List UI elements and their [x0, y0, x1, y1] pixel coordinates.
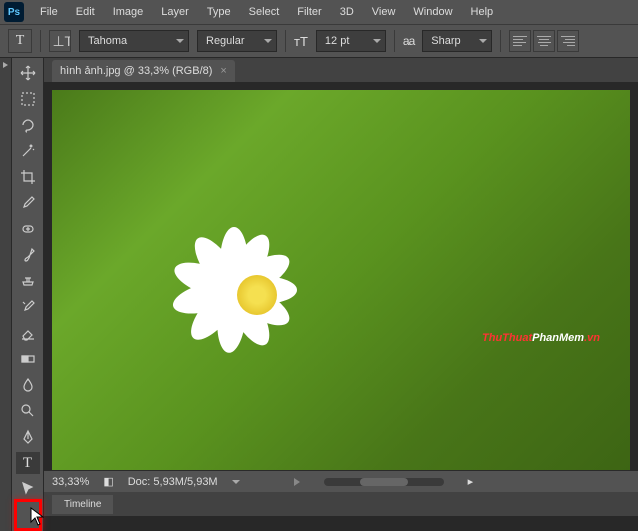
antialias-value: Sharp [431, 35, 460, 47]
divider [40, 30, 41, 52]
chevron-down-icon [264, 39, 272, 43]
preview-icon[interactable]: ◧ [103, 475, 113, 488]
font-size-icon: тT [294, 34, 308, 49]
canvas-image-content [152, 180, 372, 400]
menu-view[interactable]: View [364, 2, 404, 22]
text-orientation-toggle[interactable]: ⊥T [49, 30, 71, 52]
status-bar: 33,33% ◧ Doc: 5,93M/5,93M ▸ [44, 470, 638, 492]
history-brush-tool[interactable] [16, 296, 40, 318]
menu-3d[interactable]: 3D [332, 2, 362, 22]
text-orientation-icon: ⊥T [50, 31, 70, 51]
close-icon[interactable]: × [220, 65, 226, 77]
scrollbar-thumb[interactable] [360, 478, 408, 486]
type-tool-icon: T [23, 455, 32, 472]
menu-layer[interactable]: Layer [153, 2, 197, 22]
toolbar-expand-rail[interactable] [0, 58, 12, 531]
watermark-text: ThuThuatPhanMem.vn [482, 320, 600, 348]
menu-bar: Ps File Edit Image Layer Type Select Fil… [0, 0, 638, 24]
blur-tool[interactable] [16, 374, 40, 396]
scroll-right-icon[interactable]: ▸ [468, 475, 474, 488]
divider [500, 30, 501, 52]
options-bar: T ⊥T Tahoma Regular тT 12 pt aa Sharp [0, 24, 638, 58]
crop-tool[interactable] [16, 166, 40, 188]
menu-select[interactable]: Select [241, 2, 288, 22]
canvas-area: hình ảnh.jpg @ 33,3% (RGB/8) × ThuThua [44, 58, 638, 531]
divider [285, 30, 286, 52]
font-size-dropdown[interactable]: 12 pt [316, 30, 386, 52]
menu-file[interactable]: File [32, 2, 66, 22]
doc-info: Doc: 5,93M/5,93M [128, 476, 218, 488]
path-selection-tool[interactable] [16, 478, 40, 500]
tutorial-highlight [14, 499, 42, 531]
svg-text:⊥T: ⊥T [53, 34, 71, 49]
horizontal-scrollbar[interactable] [324, 478, 444, 486]
pen-tool[interactable] [16, 426, 40, 448]
clone-stamp-tool[interactable] [16, 270, 40, 292]
menu-help[interactable]: Help [463, 2, 502, 22]
move-tool[interactable] [16, 62, 40, 84]
canvas[interactable]: ThuThuatPhanMem.vn [52, 90, 630, 470]
antialias-icon: aa [403, 34, 414, 48]
chevron-down-icon [176, 39, 184, 43]
menu-filter[interactable]: Filter [289, 2, 329, 22]
tools-panel: T [12, 58, 44, 531]
gradient-tool[interactable] [16, 348, 40, 370]
type-tool[interactable]: T [16, 452, 40, 474]
lasso-tool[interactable] [16, 114, 40, 136]
menu-edit[interactable]: Edit [68, 2, 103, 22]
menu-type[interactable]: Type [199, 2, 239, 22]
eyedropper-tool[interactable] [16, 192, 40, 214]
zoom-level[interactable]: 33,33% [52, 476, 89, 488]
text-align-group [509, 30, 579, 52]
font-style-value: Regular [206, 35, 245, 47]
document-tab-title: hình ảnh.jpg @ 33,3% (RGB/8) [60, 65, 212, 77]
antialias-dropdown[interactable]: Sharp [422, 30, 492, 52]
app-logo: Ps [4, 2, 24, 22]
font-family-dropdown[interactable]: Tahoma [79, 30, 189, 52]
chevron-down-icon [373, 39, 381, 43]
dodge-tool[interactable] [16, 400, 40, 422]
workspace: T hình ảnh.jpg @ 33,3% (RGB/8) × [0, 58, 638, 531]
current-tool-indicator[interactable]: T [8, 29, 32, 53]
document-tab-bar: hình ảnh.jpg @ 33,3% (RGB/8) × [44, 58, 638, 82]
healing-brush-tool[interactable] [16, 218, 40, 240]
align-center-button[interactable] [533, 30, 555, 52]
timeline-panel-tab[interactable]: Timeline [52, 495, 113, 514]
chevron-down-icon [479, 39, 487, 43]
font-family-value: Tahoma [88, 35, 127, 47]
marquee-tool[interactable] [16, 88, 40, 110]
font-size-value: 12 pt [325, 35, 349, 47]
panel-tab-bar: Timeline [44, 492, 638, 516]
chevron-down-icon[interactable] [232, 480, 240, 484]
align-right-button[interactable] [557, 30, 579, 52]
menu-image[interactable]: Image [105, 2, 152, 22]
font-style-dropdown[interactable]: Regular [197, 30, 277, 52]
eraser-tool[interactable] [16, 322, 40, 344]
play-icon[interactable] [294, 478, 300, 486]
document-tab[interactable]: hình ảnh.jpg @ 33,3% (RGB/8) × [52, 60, 235, 82]
chevron-right-icon [3, 62, 8, 68]
magic-wand-tool[interactable] [16, 140, 40, 162]
menu-window[interactable]: Window [405, 2, 460, 22]
align-left-button[interactable] [509, 30, 531, 52]
divider [394, 30, 395, 52]
brush-tool[interactable] [16, 244, 40, 266]
